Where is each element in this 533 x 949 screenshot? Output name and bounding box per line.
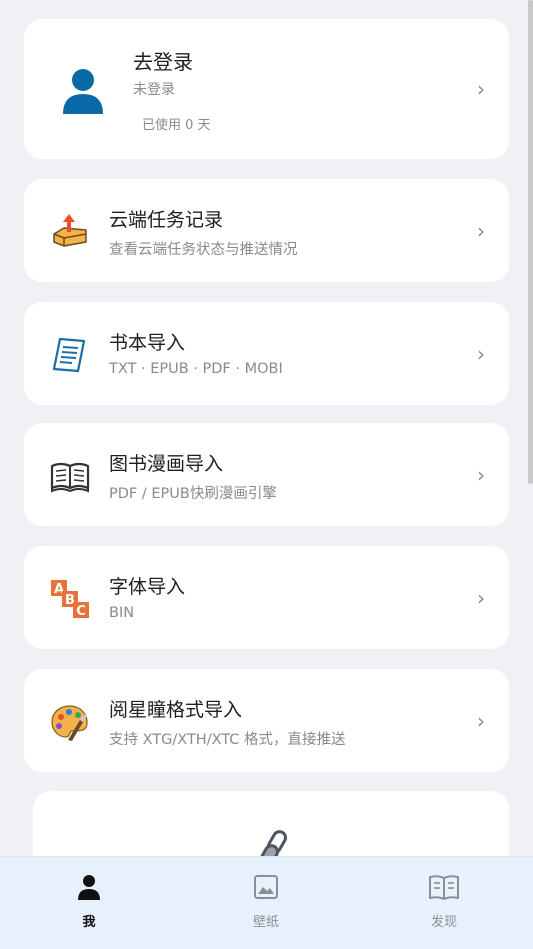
menu-item-title: 云端任务记录: [109, 209, 224, 231]
menu-item-book-import[interactable]: 书本导入 TXT · EPUB · PDF · MOBI ›: [24, 302, 509, 405]
login-status: 未登录: [133, 82, 175, 98]
menu-item-subtitle: TXT · EPUB · PDF · MOBI: [109, 361, 283, 377]
menu-item-subtitle: PDF / EPUB快刷漫画引擎: [109, 486, 277, 502]
menu-item-comic-import[interactable]: 图书漫画导入 PDF / EPUB快刷漫画引擎 ›: [24, 423, 509, 526]
menu-item-subtitle: 查看云端任务状态与推送情况: [109, 242, 298, 258]
menu-item-font-import[interactable]: A B C 字体导入 BIN ›: [24, 546, 509, 649]
chevron-right-icon: ›: [477, 585, 485, 610]
svg-text:C: C: [76, 604, 86, 619]
tab-discover[interactable]: 发现: [394, 857, 494, 949]
login-title: 去登录: [133, 50, 193, 74]
tab-me[interactable]: 我: [39, 857, 139, 949]
menu-item-cloud-tasks[interactable]: 云端任务记录 查看云端任务状态与推送情况 ›: [24, 179, 509, 282]
menu-item-subtitle: 支持 XTG/XTH/XTC 格式，直接推送: [109, 732, 346, 748]
tab-me-label: 我: [82, 915, 96, 930]
document-icon: [52, 337, 86, 373]
chevron-right-icon: ›: [477, 462, 485, 487]
user-avatar-icon: [63, 69, 103, 114]
chevron-right-icon: ›: [477, 341, 485, 366]
abc-blocks-icon: A B C: [51, 580, 89, 619]
tab-wallpaper-label: 壁纸: [252, 915, 279, 930]
chevron-right-icon: ›: [477, 708, 485, 733]
scrollbar[interactable]: [528, 0, 533, 484]
book-icon: [429, 875, 459, 900]
login-card[interactable]: 去登录 未登录 已使用 0 天 ›: [24, 19, 509, 159]
usage-days: 已使用 0 天: [142, 118, 211, 133]
bottom-nav: 我 壁纸 发现: [0, 856, 533, 949]
menu-item-title: 书本导入: [109, 332, 186, 354]
cloud-task-tray-icon: [53, 214, 87, 247]
open-book-icon: [50, 462, 90, 493]
palette-icon: [51, 705, 88, 741]
tab-discover-label: 发现: [430, 915, 457, 930]
menu-item-format-import[interactable]: 阅星瞳格式导入 支持 XTG/XTH/XTC 格式，直接推送 ›: [24, 669, 509, 772]
chevron-right-icon: ›: [477, 77, 485, 101]
menu-item-title: 图书漫画导入: [109, 453, 224, 475]
menu-item-title: 字体导入: [109, 576, 186, 598]
person-icon: [78, 875, 100, 900]
image-icon: [254, 875, 278, 899]
menu-item-title: 阅星瞳格式导入: [109, 699, 243, 721]
menu-item-subtitle: BIN: [109, 605, 135, 621]
chevron-right-icon: ›: [477, 218, 485, 243]
tab-wallpaper[interactable]: 壁纸: [216, 857, 316, 949]
